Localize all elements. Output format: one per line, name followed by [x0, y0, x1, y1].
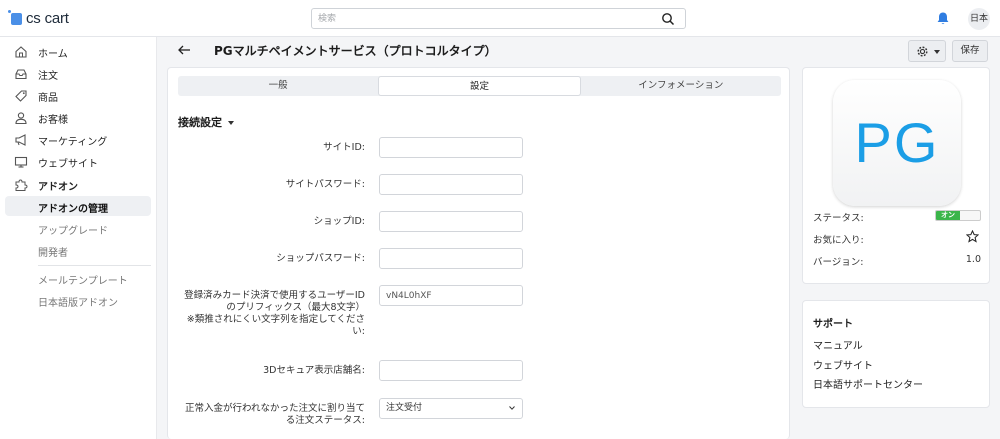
tag-icon: [15, 90, 27, 102]
user-icon: [15, 112, 27, 125]
monitor-icon: [14, 156, 28, 168]
sidebar-subitem-label: 開発者: [38, 248, 68, 259]
gear-icon: [917, 46, 928, 57]
label-line: のプリフィックス（最大8文字）: [226, 302, 365, 313]
sidebar-subitem-label: アドオンの管理: [38, 204, 108, 215]
sidebar-item-addons[interactable]: アドオン: [0, 175, 157, 195]
sidebar-item-label: ホーム: [38, 48, 68, 60]
label-line: 登録済みカード決済で使用するユーザーID: [184, 290, 365, 301]
user-id-prefix-input[interactable]: [379, 285, 523, 306]
support-link-jp-support-center[interactable]: 日本語サポートセンター: [813, 376, 923, 391]
support-link-manual[interactable]: マニュアル: [813, 337, 863, 352]
site-password-label: サイトパスワード:: [285, 179, 365, 190]
status-row: ステータス: オン: [813, 210, 981, 226]
sidebar: ホーム 注文 商品 お客様 マーケティング ウェブサイト アドオン アドオンの管…: [0, 37, 157, 439]
label-line: い:: [352, 326, 365, 337]
label-line: 正常入金が行われなかった注文に割り当て: [184, 403, 365, 414]
label-line: ※類推されにくい文字列を指定してくださ: [186, 314, 365, 325]
bell-icon[interactable]: [936, 11, 950, 26]
sidebar-subitem-label: 日本語版アドオン: [38, 298, 118, 309]
sidebar-subitem-manage-addons[interactable]: アドオンの管理: [5, 196, 151, 216]
sidebar-subitem-label: アップグレード: [38, 226, 108, 237]
top-bar: cs cart 日本: [0, 0, 1000, 37]
3d-secure-store-name-input[interactable]: [379, 360, 523, 381]
cs-cart-logo[interactable]: cs cart: [8, 9, 69, 27]
support-link-website[interactable]: ウェブサイト: [813, 357, 873, 372]
settings-panel: 一般 設定 インフォメーション 接続設定 サイトID: サイトパスワード: ショ…: [167, 67, 790, 439]
site-id-input[interactable]: [379, 137, 523, 158]
sidebar-item-customers[interactable]: お客様: [0, 108, 157, 128]
tab-general[interactable]: 一般: [178, 76, 378, 96]
sidebar-item-label: アドオン: [38, 181, 78, 193]
site-id-label: サイトID:: [323, 142, 365, 153]
sidebar-item-label: 注文: [38, 70, 58, 82]
search-icon[interactable]: [661, 12, 675, 26]
status-toggle[interactable]: オン: [935, 210, 981, 221]
tab-bar: 一般 設定 インフォメーション: [178, 76, 781, 96]
version-row: バージョン: 1.0: [813, 254, 981, 270]
shop-password-label: ショップパスワード:: [276, 253, 365, 264]
version-value: 1.0: [965, 254, 981, 265]
logo-mark-icon: [8, 9, 22, 25]
sidebar-item-label: ウェブサイト: [38, 158, 98, 170]
user-id-prefix-label: 登録済みカード決済で使用するユーザーID のプリフィックス（最大8文字） ※類推…: [170, 290, 365, 338]
sidebar-item-orders[interactable]: 注文: [0, 64, 157, 84]
puzzle-icon: [15, 179, 28, 191]
site-password-input[interactable]: [379, 174, 523, 195]
label-line: る注文ステータス:: [285, 415, 365, 426]
addon-logo-text: PG: [854, 111, 940, 174]
settings-dropdown-button[interactable]: [908, 40, 946, 62]
sidebar-subitem-label: メールテンプレート: [38, 276, 128, 287]
shop-id-input[interactable]: [379, 211, 523, 232]
favorite-row: お気に入り:: [813, 230, 981, 248]
order-status-select[interactable]: 注文受付: [379, 398, 523, 419]
3d-secure-store-name-label: 3Dセキュア表示店舗名:: [263, 365, 365, 376]
save-button[interactable]: 保存: [952, 40, 988, 62]
star-icon[interactable]: [966, 230, 979, 243]
chevron-down-icon: [509, 406, 515, 410]
language-switcher[interactable]: 日本: [968, 8, 990, 30]
support-title: サポート: [813, 319, 853, 330]
home-icon: [15, 46, 27, 58]
search-box: [311, 8, 686, 29]
sidebar-item-label: お客様: [38, 114, 68, 126]
addon-info-panel: PG ステータス: オン お気に入り: バージョン: 1.0: [802, 67, 990, 284]
shop-id-label: ショップID:: [313, 216, 365, 227]
logo-text: cs cart: [26, 10, 69, 27]
sidebar-item-marketing[interactable]: マーケティング: [0, 130, 157, 150]
order-status-selected-value: 注文受付: [386, 403, 423, 413]
section-title-connection[interactable]: 接続設定: [178, 114, 234, 130]
sidebar-item-label: 商品: [38, 92, 58, 104]
tab-settings[interactable]: 設定: [378, 76, 581, 96]
addon-logo: PG: [833, 80, 961, 206]
sidebar-item-products[interactable]: 商品: [0, 86, 157, 106]
back-arrow-icon[interactable]: [177, 44, 191, 56]
shop-password-input[interactable]: [379, 248, 523, 269]
section-title-text: 接続設定: [178, 116, 222, 129]
support-panel: サポート マニュアル ウェブサイト 日本語サポートセンター: [802, 300, 990, 408]
sidebar-subitem-upgrade[interactable]: アップグレード: [5, 218, 151, 238]
inbox-icon: [15, 69, 27, 80]
favorite-label: お気に入り:: [813, 235, 864, 246]
sidebar-item-website[interactable]: ウェブサイト: [0, 152, 157, 172]
caret-down-icon: [228, 121, 234, 125]
megaphone-icon: [15, 134, 26, 146]
tab-information[interactable]: インフォメーション: [581, 76, 781, 96]
sidebar-item-label: マーケティング: [38, 136, 108, 148]
page-title: PGマルチペイメントサービス（プロトコルタイプ）: [214, 44, 497, 58]
status-label: ステータス:: [813, 213, 864, 224]
sidebar-subitem-mail-templates[interactable]: メールテンプレート: [5, 268, 151, 288]
chevron-down-icon: [934, 50, 940, 54]
version-label: バージョン:: [813, 257, 864, 268]
sidebar-subitem-japanese-addons[interactable]: 日本語版アドオン: [5, 290, 151, 310]
failed-payment-status-label: 正常入金が行われなかった注文に割り当て る注文ステータス:: [170, 403, 365, 427]
status-toggle-on: オン: [936, 211, 960, 220]
sidebar-item-home[interactable]: ホーム: [0, 42, 157, 62]
search-input[interactable]: [312, 9, 652, 28]
sidebar-subitem-developer[interactable]: 開発者: [5, 240, 151, 260]
sidebar-divider: [38, 265, 151, 266]
